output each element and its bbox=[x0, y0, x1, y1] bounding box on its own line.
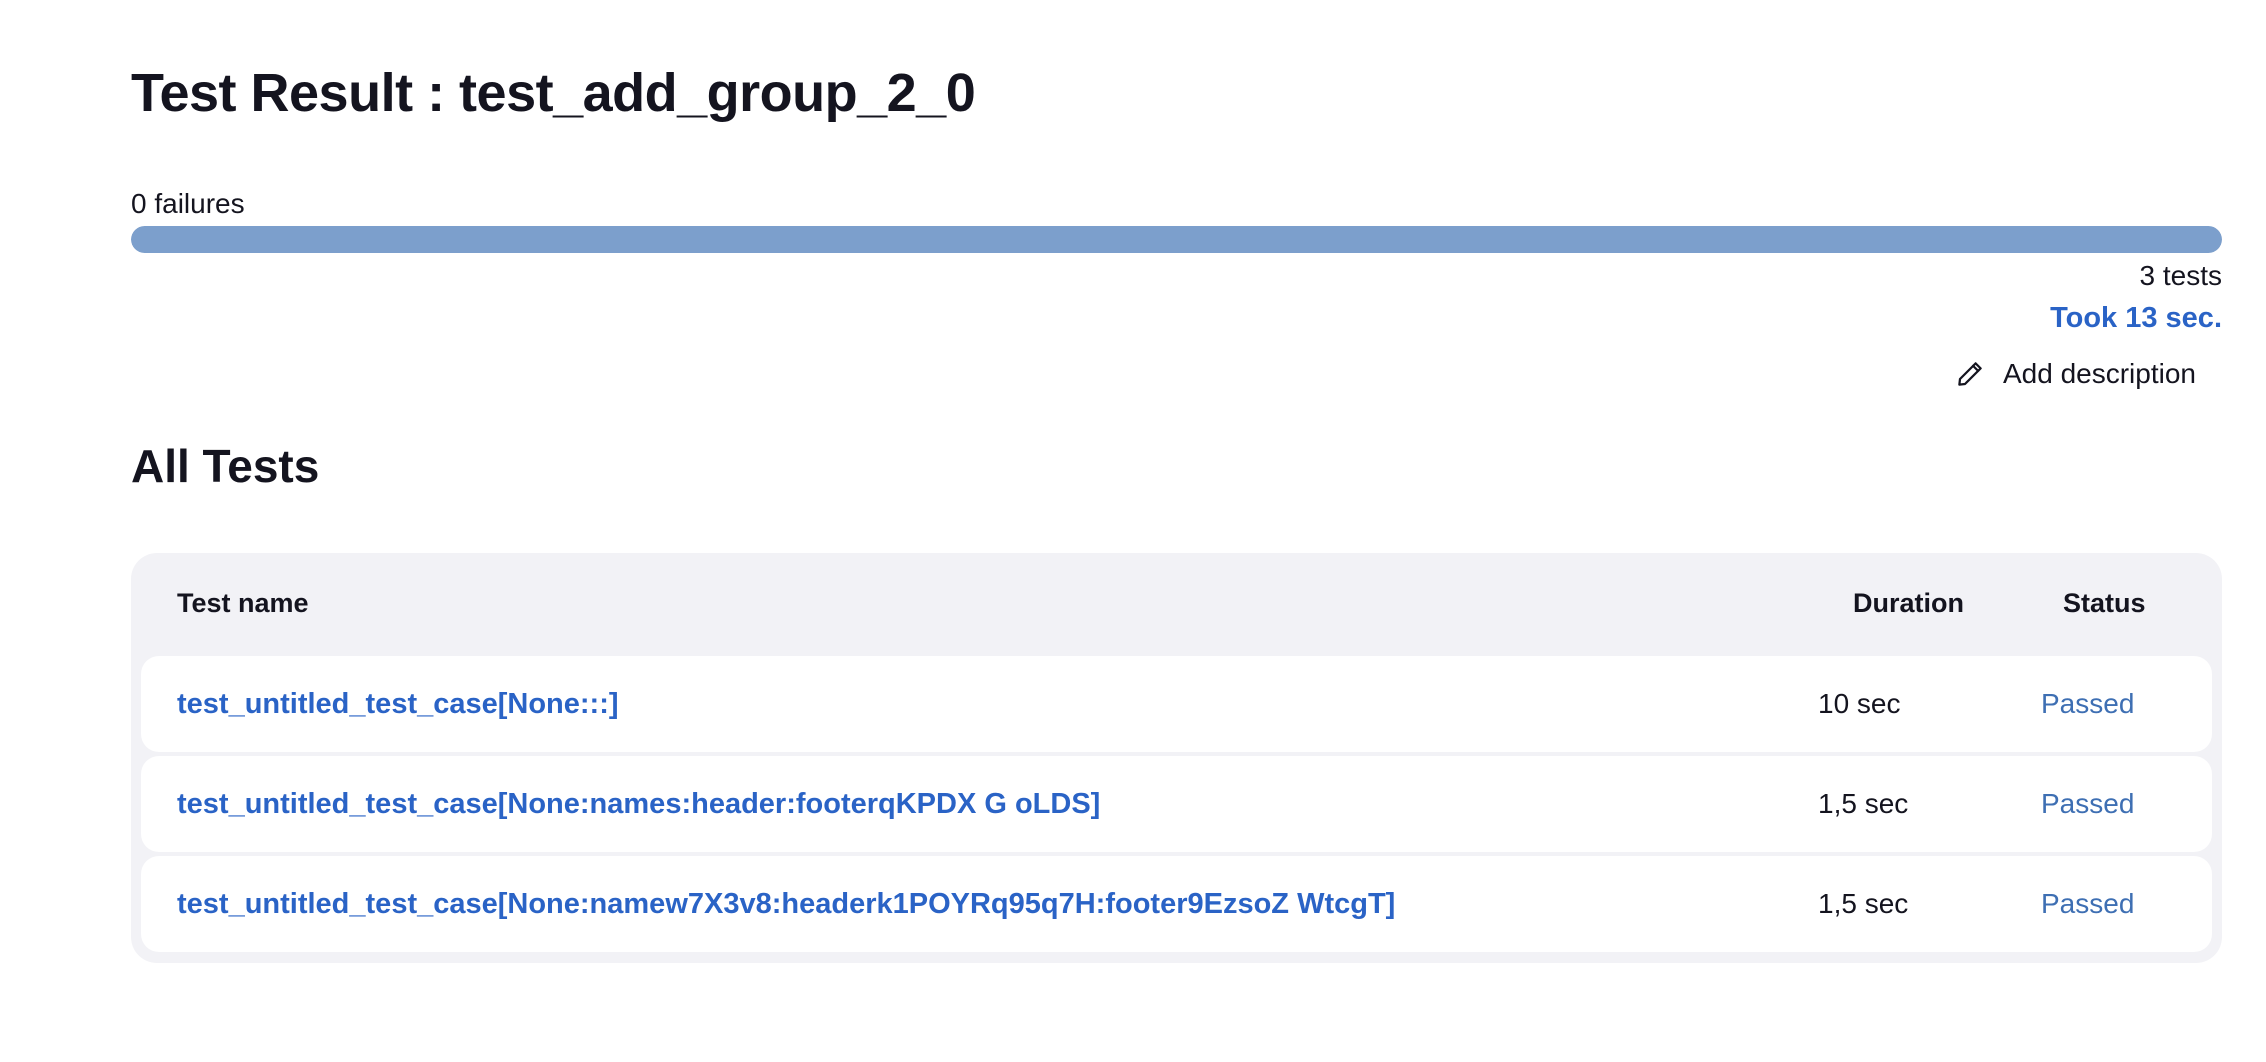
failures-count: 0 failures bbox=[131, 188, 245, 219]
column-header-test-name[interactable]: Test name bbox=[177, 585, 309, 621]
column-header-status[interactable]: Status bbox=[2063, 585, 2146, 621]
all-tests-heading: All Tests bbox=[131, 440, 320, 492]
test-duration: 10 sec bbox=[1818, 688, 1901, 719]
table-row: test_untitled_test_case[None:names:heade… bbox=[141, 756, 2212, 852]
column-header-duration[interactable]: Duration bbox=[1853, 585, 1964, 621]
test-name-link[interactable]: test_untitled_test_case[None:names:heade… bbox=[177, 786, 1100, 822]
table-row: test_untitled_test_case[None:namew7X3v8:… bbox=[141, 856, 2212, 952]
duration-link[interactable]: Took 13 sec. bbox=[2050, 300, 2222, 336]
table-row: test_untitled_test_case[None:::] 10 sec … bbox=[141, 656, 2212, 752]
page-title: Test Result : test_add_group_2_0 bbox=[131, 63, 976, 123]
test-duration: 1,5 sec bbox=[1818, 788, 1909, 819]
test-duration: 1,5 sec bbox=[1818, 888, 1909, 919]
table-header: Test name Duration Status bbox=[131, 553, 2222, 653]
test-progress-bar bbox=[131, 226, 2222, 253]
progress-pass-fill bbox=[131, 226, 2222, 253]
test-result-page: Test Result : test_add_group_2_0 0 failu… bbox=[0, 0, 2266, 1062]
tests-count: 3 tests bbox=[2139, 260, 2222, 291]
test-name-link[interactable]: test_untitled_test_case[None:namew7X3v8:… bbox=[177, 886, 1395, 922]
tests-table: Test name Duration Status test_untitled_… bbox=[131, 553, 2222, 963]
test-status: Passed bbox=[2041, 788, 2135, 819]
test-status: Passed bbox=[2041, 688, 2135, 719]
pencil-icon bbox=[1955, 359, 1985, 389]
test-status: Passed bbox=[2041, 888, 2135, 919]
test-name-link[interactable]: test_untitled_test_case[None:::] bbox=[177, 686, 619, 722]
add-description-button[interactable]: Add description bbox=[1955, 354, 2196, 394]
add-description-label: Add description bbox=[2002, 358, 2196, 389]
